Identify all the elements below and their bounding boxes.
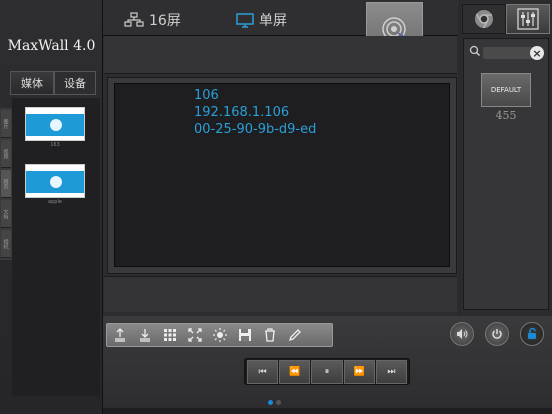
brightness-button[interactable] bbox=[207, 323, 232, 347]
screen-bottom-panel bbox=[104, 276, 457, 312]
edit-button[interactable] bbox=[282, 323, 307, 347]
media-thumbnail[interactable] bbox=[25, 107, 85, 141]
default-preset-button[interactable]: DEFAULT bbox=[481, 73, 531, 107]
settings-mixer-button[interactable] bbox=[506, 4, 550, 34]
rewind-button[interactable]: ⏪ bbox=[279, 359, 311, 384]
pen-icon bbox=[288, 329, 301, 342]
category-web[interactable]: 网页 bbox=[1, 170, 11, 198]
search-input[interactable] bbox=[483, 47, 533, 59]
volume-button[interactable] bbox=[450, 322, 474, 346]
save-icon bbox=[238, 329, 251, 341]
app-title: MaxWall 4.0 bbox=[7, 38, 96, 54]
screen-ip: 192.168.1.106 bbox=[194, 105, 290, 120]
media-caption: 163 bbox=[50, 142, 60, 148]
search-icon bbox=[469, 45, 481, 57]
grid-layout-button[interactable] bbox=[157, 323, 182, 347]
upload-icon bbox=[114, 328, 125, 342]
delete-button[interactable] bbox=[257, 323, 282, 347]
playback-controls: ⏮ ⏪ ⏸ ⏩ ⏭ bbox=[244, 358, 410, 385]
speaker-icon bbox=[457, 329, 468, 339]
play-icon bbox=[50, 176, 62, 188]
save-button[interactable] bbox=[232, 323, 257, 347]
media-caption: apple bbox=[48, 199, 62, 205]
sub-bar bbox=[104, 36, 457, 74]
lock-button[interactable] bbox=[520, 322, 544, 346]
grid-icon bbox=[163, 329, 176, 341]
grid-16-button[interactable]: 16屏 bbox=[124, 10, 181, 30]
upload-button[interactable] bbox=[107, 323, 132, 347]
tab-device[interactable]: 设备 bbox=[54, 71, 96, 95]
page-indicator bbox=[276, 400, 281, 405]
media-thumbnail[interactable] bbox=[25, 164, 85, 198]
single-screen-button[interactable]: 单屏 bbox=[236, 10, 287, 30]
category-videos[interactable]: 视频 bbox=[1, 140, 11, 168]
fast-forward-button[interactable]: ⏩ bbox=[343, 359, 375, 384]
download-button[interactable] bbox=[132, 323, 157, 347]
page-indicator-active bbox=[268, 400, 273, 405]
monitor-icon bbox=[236, 13, 254, 28]
category-images[interactable]: 图片 bbox=[1, 110, 11, 138]
brightness-icon bbox=[212, 328, 227, 342]
skip-forward-button[interactable]: ⏭ bbox=[375, 359, 408, 384]
network-grid-icon bbox=[124, 12, 144, 27]
power-icon bbox=[492, 329, 502, 339]
download-icon bbox=[139, 329, 150, 342]
edit-toolbar bbox=[106, 323, 333, 347]
single-screen-label: 单屏 bbox=[259, 13, 287, 29]
chrome-icon bbox=[475, 10, 493, 29]
play-icon bbox=[50, 119, 62, 131]
mixer-icon bbox=[517, 8, 539, 30]
category-camera[interactable]: 相机 bbox=[1, 230, 11, 258]
power-button[interactable] bbox=[485, 322, 509, 346]
fullscreen-icon bbox=[187, 328, 202, 342]
grid-16-label: 16屏 bbox=[149, 13, 181, 29]
clear-search-button[interactable]: × bbox=[530, 46, 544, 60]
category-docs[interactable]: 文档 bbox=[1, 200, 11, 228]
trash-icon bbox=[264, 328, 275, 342]
screen-id: 106 bbox=[194, 88, 219, 103]
skip-back-button[interactable]: ⏮ bbox=[247, 359, 279, 384]
screen-mac: 00-25-90-9b-d9-ed bbox=[194, 122, 317, 137]
browser-button[interactable] bbox=[462, 4, 506, 34]
pause-button[interactable]: ⏸ bbox=[311, 359, 343, 384]
default-preset-caption: 455 bbox=[495, 109, 517, 122]
unlock-icon bbox=[528, 328, 536, 339]
tab-media[interactable]: 媒体 bbox=[10, 71, 54, 95]
bottom-edge bbox=[103, 408, 552, 414]
fullscreen-button[interactable] bbox=[182, 323, 207, 347]
